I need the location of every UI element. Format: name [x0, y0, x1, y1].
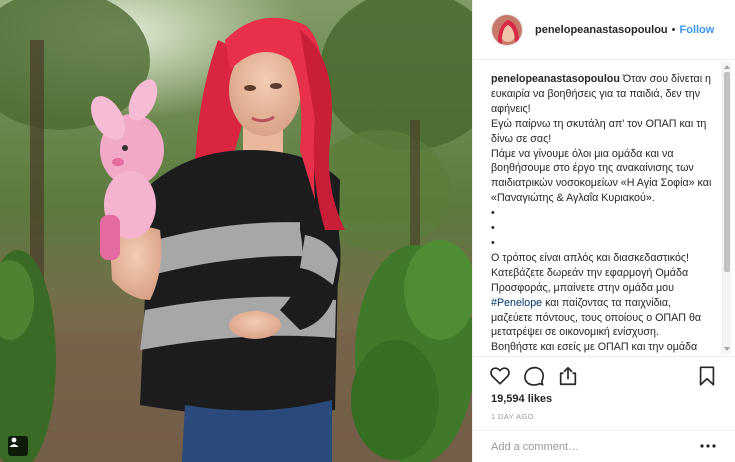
- avatar[interactable]: [491, 13, 523, 46]
- caption-username-link[interactable]: penelopeanastasopoulou: [491, 73, 620, 85]
- post-header: penelopeanastasopoulou • Follow: [473, 0, 735, 60]
- caption-body-part1: Όταν σου δίνεται η ευκαιρία να βοηθήσεις…: [491, 73, 712, 294]
- follow-button[interactable]: Follow: [680, 24, 715, 36]
- user-tag-icon[interactable]: [8, 436, 28, 456]
- action-icon-row: [489, 365, 579, 387]
- likes-count[interactable]: 19,594 likes: [491, 393, 552, 405]
- comment-bar: [473, 430, 735, 462]
- hashtag-link[interactable]: #Penelope: [491, 297, 542, 309]
- caption-text: penelopeanastasopoulou Όταν σου δίνεται …: [491, 72, 714, 355]
- comment-input[interactable]: [491, 438, 691, 456]
- heart-icon[interactable]: [489, 365, 511, 387]
- scroll-up-arrow-icon[interactable]: [724, 65, 730, 69]
- comment-icon[interactable]: [523, 365, 545, 387]
- caption-scrollbar[interactable]: [722, 62, 731, 354]
- photo-illustration: [0, 0, 472, 462]
- caption-area: penelopeanastasopoulou Όταν σου δίνεται …: [473, 60, 735, 356]
- more-options-icon[interactable]: [700, 443, 716, 449]
- post-side-panel: penelopeanastasopoulou • Follow penelope…: [472, 0, 735, 462]
- bookmark-icon[interactable]: [696, 365, 718, 387]
- username-link[interactable]: penelopeanastasopoulou: [535, 24, 668, 36]
- share-icon[interactable]: [557, 365, 579, 387]
- post-timestamp[interactable]: 1 DAY AGO: [491, 412, 534, 421]
- post-photo[interactable]: [0, 0, 472, 462]
- scrollbar-thumb[interactable]: [724, 72, 730, 272]
- separator-dot: •: [671, 23, 676, 36]
- scroll-down-arrow-icon[interactable]: [724, 347, 730, 351]
